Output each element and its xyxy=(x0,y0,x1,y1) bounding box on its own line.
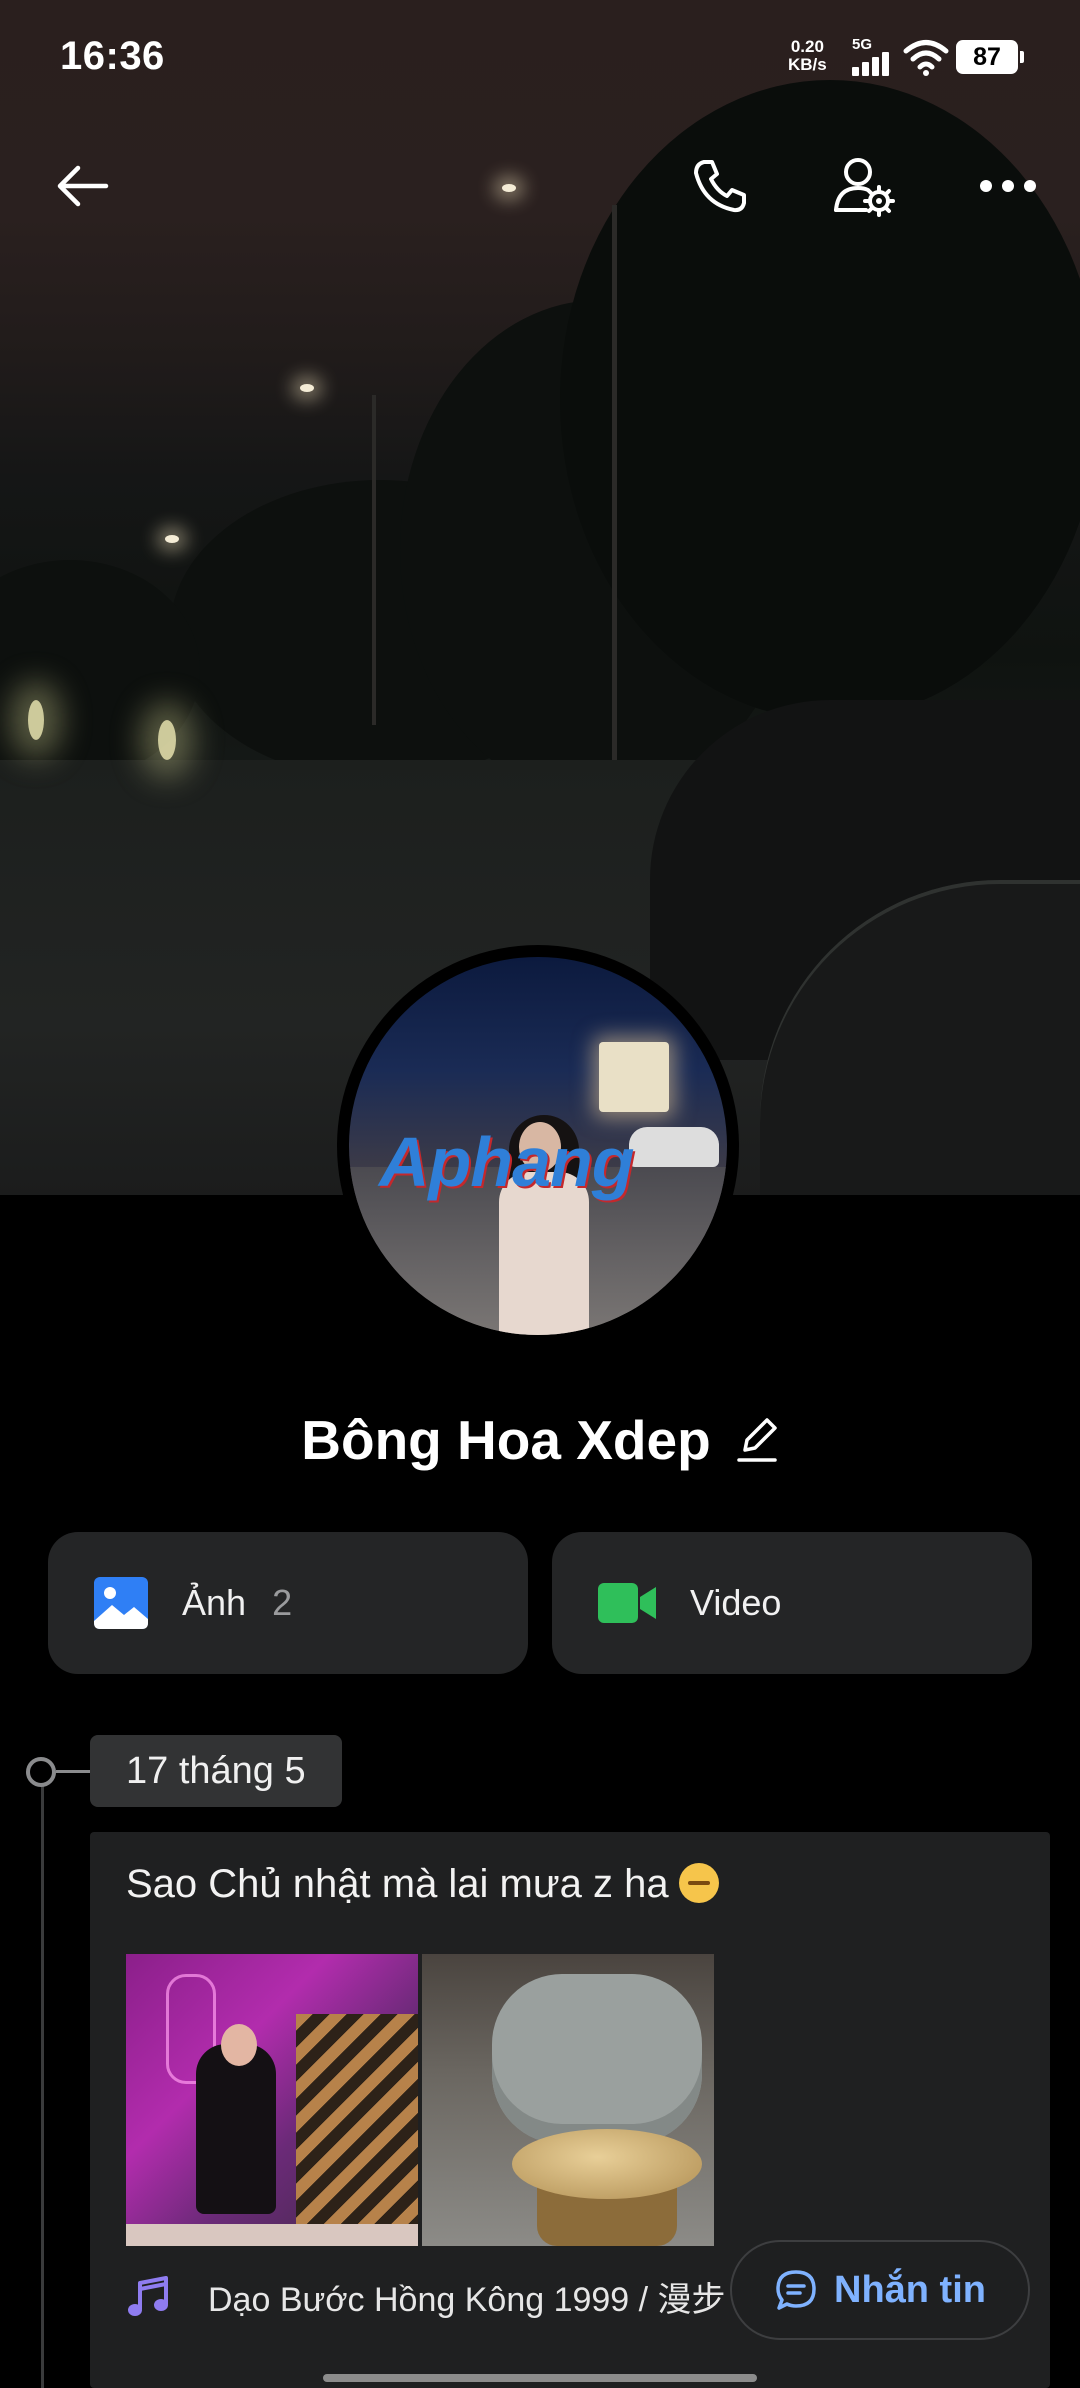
post-photo[interactable] xyxy=(422,1954,714,2246)
network-speed: 0.20 KB/s xyxy=(788,38,827,74)
videos-button[interactable]: Video xyxy=(552,1532,1032,1674)
avatar-photo: Aphang xyxy=(349,957,727,1335)
timeline-line xyxy=(41,1780,44,2388)
video-label: Video xyxy=(690,1582,782,1623)
more-icon xyxy=(980,180,1036,192)
user-settings-icon xyxy=(834,158,895,217)
status-time: 16:36 xyxy=(60,34,165,78)
profile-settings-button[interactable] xyxy=(828,150,900,222)
lamp-pole xyxy=(372,395,376,725)
network-speed-unit: KB/s xyxy=(788,55,827,74)
call-button[interactable] xyxy=(684,150,756,222)
photos-button[interactable]: Ảnh 2 xyxy=(48,1532,528,1674)
timeline-date: 17 tháng 5 xyxy=(90,1735,342,1807)
music-note-icon xyxy=(128,2275,168,2316)
photo-icon xyxy=(94,1577,148,1629)
home-indicator[interactable] xyxy=(323,2374,757,2382)
signal-icon xyxy=(852,52,894,76)
chat-bubble-icon xyxy=(776,2270,816,2310)
street-lamp xyxy=(502,184,516,192)
network-speed-value: 0.20 xyxy=(790,37,824,56)
send-message-button[interactable]: Nhắn tin xyxy=(730,2240,1030,2340)
wifi-icon xyxy=(903,40,949,76)
profile-name-row: Bông Hoa Xdep xyxy=(0,1400,1080,1480)
video-icon xyxy=(598,1583,656,1623)
avatar-watermark: Aphang xyxy=(379,1123,635,1201)
more-options-button[interactable] xyxy=(972,150,1044,222)
profile-name: Bông Hoa Xdep xyxy=(301,1409,711,1471)
lamp-pole xyxy=(612,205,617,765)
post-song[interactable]: Dạo Bước Hồng Kông 1999 / 漫步 xyxy=(126,2272,726,2321)
battery-icon: 87 xyxy=(956,40,1024,74)
network-type: 5G xyxy=(852,36,873,53)
phone-icon xyxy=(694,160,746,213)
avatar[interactable]: Aphang xyxy=(337,945,739,1347)
status-bar: 16:36 0.20 KB/s 5G 87 xyxy=(0,0,1080,110)
post-text: Sao Chủ nhật mà lai mưa z ha xyxy=(126,1862,719,1907)
ground-light xyxy=(28,700,44,740)
timeline-dot xyxy=(26,1757,56,1787)
back-arrow-icon xyxy=(57,165,109,207)
photos-label: Ảnh xyxy=(182,1582,247,1623)
ground-light xyxy=(158,720,176,760)
song-title: Dạo Bước Hồng Kông 1999 / 漫步 xyxy=(208,2281,726,2319)
post-caption: Sao Chủ nhật mà lai mưa z ha xyxy=(126,1862,669,1906)
street-lamp xyxy=(300,384,314,392)
sleepy-emoji-icon xyxy=(678,1863,719,1903)
post-photo[interactable] xyxy=(126,1954,418,2246)
edit-name-icon[interactable] xyxy=(735,1416,779,1464)
send-message-label: Nhắn tin xyxy=(834,2268,986,2311)
street-lamp xyxy=(165,535,179,543)
back-button[interactable] xyxy=(46,150,118,222)
photos-count: 2 xyxy=(272,1582,293,1623)
